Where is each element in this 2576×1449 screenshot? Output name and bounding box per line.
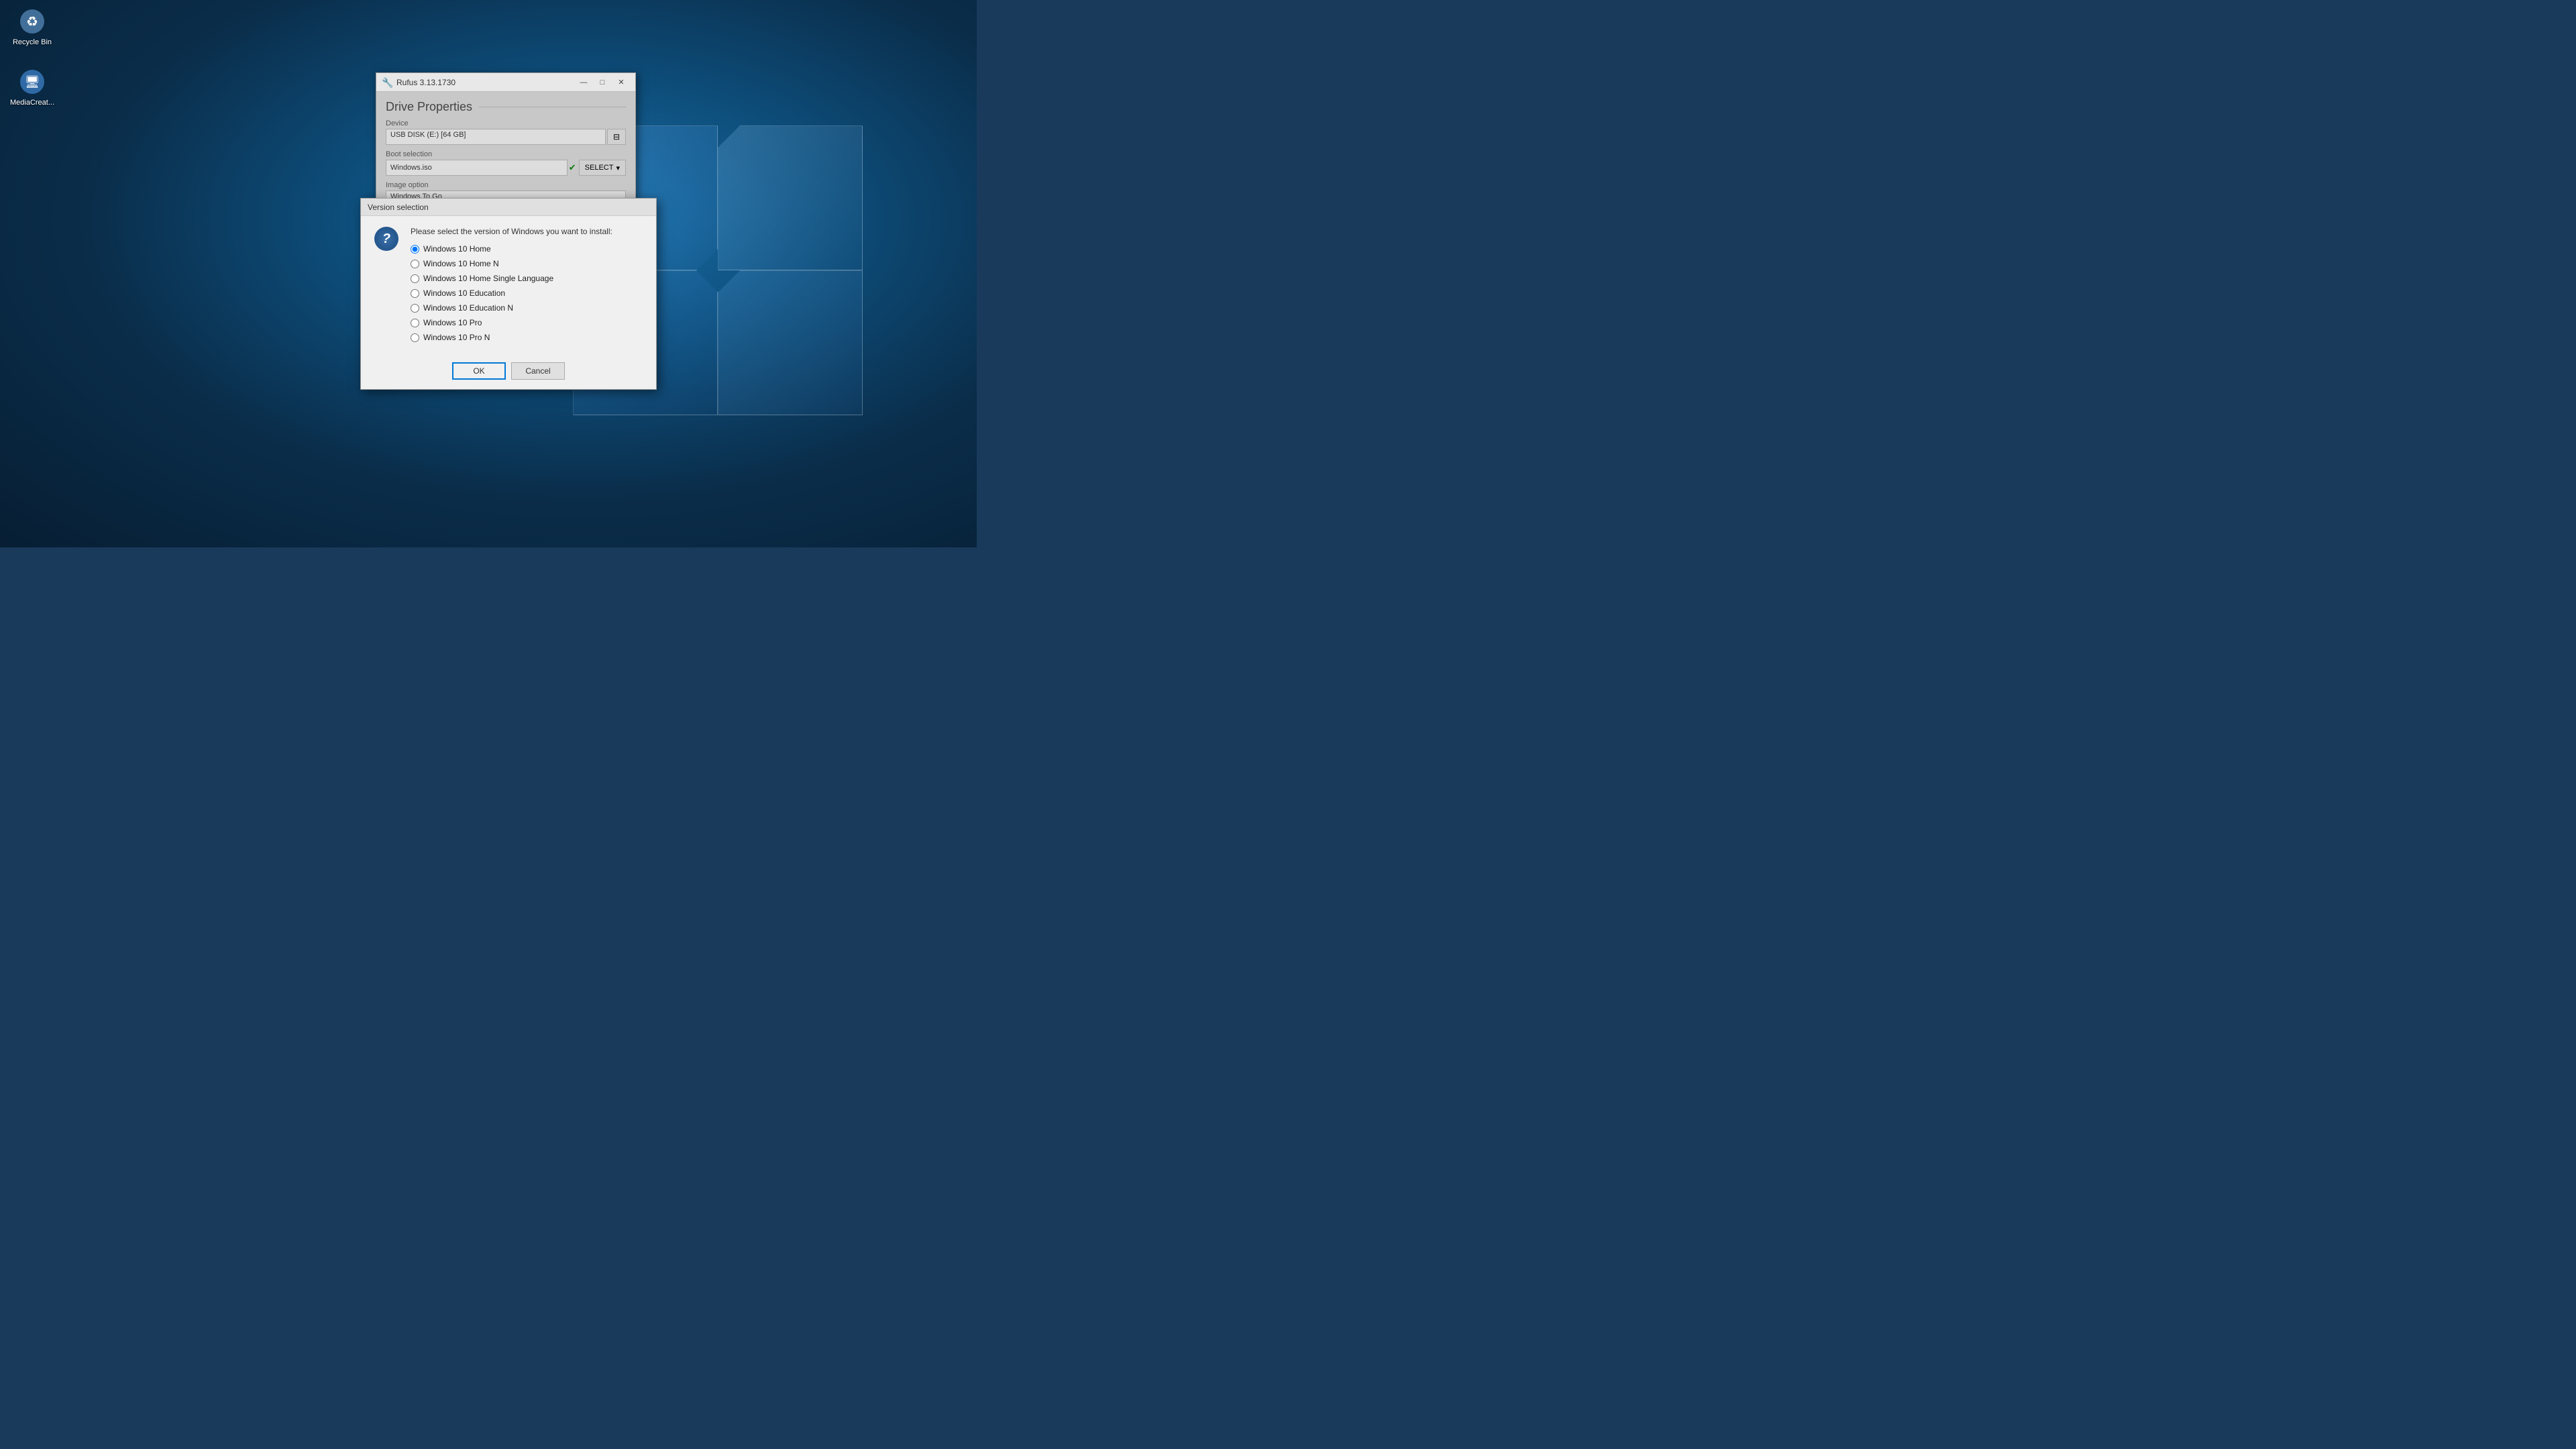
radio-option-5[interactable]: Windows 10 Education N xyxy=(411,303,643,313)
boot-selection-label: Boot selection xyxy=(386,150,626,158)
device-label: Device xyxy=(386,119,626,127)
dialog-titlebar: Version selection xyxy=(361,199,656,216)
rufus-main-title: Drive Properties xyxy=(386,100,626,114)
radio-input-1[interactable] xyxy=(411,245,419,254)
radio-label-2: Windows 10 Home N xyxy=(423,259,499,268)
device-group: Device USB DISK (E:) [64 GB] ⊟ xyxy=(386,119,626,145)
dialog-prompt: Please select the version of Windows you… xyxy=(411,227,643,236)
titlebar-buttons: — □ ✕ xyxy=(575,76,630,89)
radio-label-5: Windows 10 Education N xyxy=(423,303,513,313)
radio-label-3: Windows 10 Home Single Language xyxy=(423,274,553,283)
svg-text:🖥: 🖥 xyxy=(25,75,40,89)
radio-input-4[interactable] xyxy=(411,289,419,298)
device-input[interactable]: USB DISK (E:) [64 GB] xyxy=(386,129,606,145)
dialog-title: Version selection xyxy=(368,203,429,212)
boot-selection-row: Windows.iso ✔ SELECT ▾ xyxy=(386,160,626,176)
radio-option-7[interactable]: Windows 10 Pro N xyxy=(411,333,643,342)
media-creation-icon: 🖥 xyxy=(19,68,46,95)
image-option-label: Image option xyxy=(386,181,626,189)
recycle-bin-label: Recycle Bin xyxy=(13,38,52,47)
dialog-content: ? Please select the version of Windows y… xyxy=(361,216,656,357)
dialog-cancel-button[interactable]: Cancel xyxy=(511,362,565,380)
desktop: ♻ Recycle Bin 🖥 MediaCreat... 🔧 Rufus 3.… xyxy=(0,0,977,547)
boot-selection-group: Boot selection Windows.iso ✔ SELECT ▾ xyxy=(386,150,626,176)
dialog-buttons: OK Cancel xyxy=(361,357,656,389)
dialog-icon-area: ? xyxy=(374,227,401,347)
device-icon-btn[interactable]: ⊟ xyxy=(607,129,626,145)
maximize-button[interactable]: □ xyxy=(594,76,611,89)
desktop-icon-recycle-bin[interactable]: ♻ Recycle Bin xyxy=(5,5,59,50)
close-button[interactable]: ✕ xyxy=(612,76,630,89)
radio-option-2[interactable]: Windows 10 Home N xyxy=(411,259,643,268)
device-input-row: USB DISK (E:) [64 GB] ⊟ xyxy=(386,129,626,145)
radio-option-4[interactable]: Windows 10 Education xyxy=(411,288,643,298)
question-icon: ? xyxy=(374,227,398,251)
svg-text:♻: ♻ xyxy=(26,15,38,30)
dialog-main: Please select the version of Windows you… xyxy=(411,227,643,347)
select-button[interactable]: SELECT ▾ xyxy=(579,160,626,176)
radio-option-6[interactable]: Windows 10 Pro xyxy=(411,318,643,327)
rufus-titlebar: 🔧 Rufus 3.13.1730 — □ ✕ xyxy=(376,73,635,92)
radio-option-3[interactable]: Windows 10 Home Single Language xyxy=(411,274,643,283)
check-icon: ✔ xyxy=(569,162,576,173)
radio-option-1[interactable]: Windows 10 Home xyxy=(411,244,643,254)
radio-label-4: Windows 10 Education xyxy=(423,288,505,298)
minimize-button[interactable]: — xyxy=(575,76,592,89)
radio-input-2[interactable] xyxy=(411,260,419,268)
radio-input-7[interactable] xyxy=(411,333,419,342)
radio-label-7: Windows 10 Pro N xyxy=(423,333,490,342)
rufus-title-text: Rufus 3.13.1730 xyxy=(396,78,575,87)
radio-input-5[interactable] xyxy=(411,304,419,313)
rufus-app-icon: 🔧 xyxy=(382,77,392,88)
radio-label-1: Windows 10 Home xyxy=(423,244,491,254)
recycle-bin-icon: ♻ xyxy=(19,8,46,35)
version-selection-dialog: Version selection ? Please select the ve… xyxy=(360,198,657,390)
radio-input-3[interactable] xyxy=(411,274,419,283)
boot-input[interactable]: Windows.iso xyxy=(386,160,568,176)
desktop-icon-media-creation[interactable]: 🖥 MediaCreat... xyxy=(5,66,59,110)
select-chevron-icon: ▾ xyxy=(616,164,620,172)
radio-label-6: Windows 10 Pro xyxy=(423,318,482,327)
radio-input-6[interactable] xyxy=(411,319,419,327)
media-creation-label: MediaCreat... xyxy=(10,98,54,107)
dialog-ok-button[interactable]: OK xyxy=(452,362,506,380)
